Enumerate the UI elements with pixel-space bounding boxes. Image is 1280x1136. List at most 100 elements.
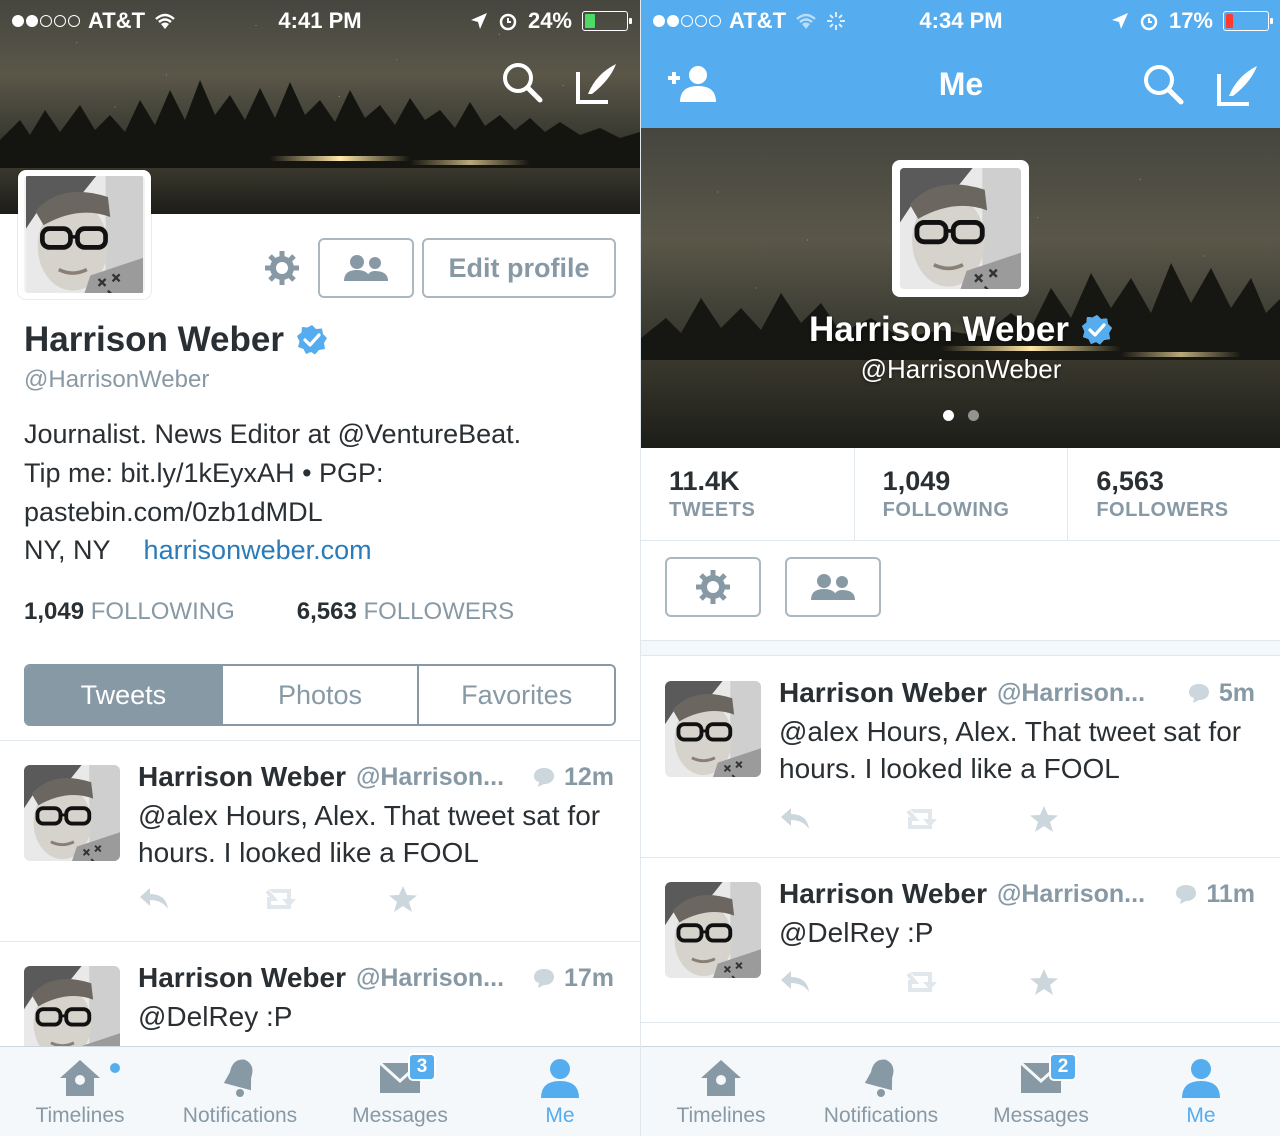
banner-pager[interactable] (641, 410, 1280, 421)
messages-badge: 2 (1049, 1053, 1077, 1081)
people-button[interactable] (785, 557, 881, 617)
tweet-text: @alex Hours, Alex. That tweet sat for ho… (779, 716, 1242, 784)
retweet-icon[interactable] (263, 885, 388, 913)
reply-icon[interactable] (779, 805, 904, 833)
home-icon (58, 1054, 102, 1102)
tab-tweets[interactable]: Tweets (26, 666, 223, 724)
stat-followers[interactable]: 6,563 FOLLOWERS (1068, 448, 1280, 540)
location-icon (1111, 13, 1128, 29)
new-content-dot (110, 1063, 120, 1073)
verified-badge-icon (1081, 314, 1113, 346)
tab-notifications[interactable]: Notifications (160, 1047, 320, 1136)
bell-icon (220, 1054, 260, 1102)
retweet-icon[interactable] (904, 805, 1029, 833)
search-icon[interactable] (1139, 60, 1187, 108)
profile-avatar[interactable] (18, 170, 151, 299)
favorite-star-icon[interactable] (1029, 805, 1154, 833)
bio-line: Tip me: bit.ly/1kEyxAH • PGP: (24, 458, 384, 488)
tweet-avatar[interactable] (665, 882, 761, 978)
bottom-tab-bar: Timelines Notifications 3 Messages Me (0, 1046, 640, 1136)
reply-bubble-icon (1188, 684, 1209, 703)
profile-name-row: Harrison Weber (641, 310, 1280, 350)
profile-handle: @HarrisonWeber (24, 366, 210, 393)
tweet-time: 17m (563, 963, 614, 992)
tweet-text: @alex Hours, Alex. That tweet sat for ho… (138, 800, 601, 868)
followers-count[interactable]: 6,563 FOLLOWERS (297, 598, 514, 626)
tweet-row[interactable]: Harrison Weber @Harrison... 11m @DelRey … (641, 858, 1280, 1023)
tweet-author-handle: @Harrison... (997, 879, 1146, 908)
tweet-row[interactable]: Harrison Weber @Harrison... 5m @alex Hou… (641, 657, 1280, 857)
compose-icon[interactable] (1213, 60, 1263, 110)
profile-location: NY, NY (24, 535, 111, 565)
tab-photos[interactable]: Photos (222, 666, 420, 724)
tab-notifications[interactable]: Notifications (801, 1047, 961, 1136)
battery-icon (1223, 11, 1273, 31)
profile-handle: @HarrisonWeber (860, 354, 1062, 384)
tweet-author-name: Harrison Weber (779, 677, 987, 708)
stat-tweets[interactable]: 11.4K TWEETS (641, 448, 855, 540)
profile-tabs: Tweets Photos Favorites (24, 664, 616, 726)
tab-messages[interactable]: 3 Messages (320, 1047, 480, 1136)
tweet-time: 11m (1206, 879, 1255, 908)
tweet-text: @DelRey :P (779, 917, 934, 948)
following-count[interactable]: 1,049 FOLLOWING (24, 598, 235, 626)
tweet-avatar[interactable] (24, 765, 120, 861)
tweet-author-name: Harrison Weber (138, 761, 346, 792)
bio-line: Journalist. News Editor at @VentureBeat. (24, 419, 522, 449)
bell-icon (861, 1054, 901, 1102)
tab-me[interactable]: Me (480, 1047, 640, 1136)
tweet-time: 5m (1218, 678, 1255, 707)
tab-me[interactable]: Me (1121, 1047, 1280, 1136)
settings-gear-icon[interactable] (262, 248, 302, 288)
settings-gear-icon (696, 570, 730, 604)
reply-icon[interactable] (138, 885, 263, 913)
retweet-icon[interactable] (904, 968, 1029, 996)
stat-following[interactable]: 1,049 FOLLOWING (855, 448, 1069, 540)
tweet-avatar[interactable] (665, 681, 761, 777)
people-icon (344, 255, 388, 281)
tweet-author-handle: @Harrison... (356, 762, 505, 791)
reply-bubble-icon (533, 768, 554, 787)
tweet-author-handle: @Harrison... (997, 678, 1146, 707)
tab-messages[interactable]: 2 Messages (961, 1047, 1121, 1136)
tweet-text: @DelRey :P (138, 1001, 293, 1032)
people-button[interactable] (318, 238, 414, 298)
tweet-row[interactable]: Harrison Weber @Harrison... 17m @DelRey … (0, 942, 640, 1062)
person-icon (538, 1054, 582, 1102)
favorite-star-icon[interactable] (1029, 968, 1154, 996)
compose-icon[interactable] (572, 58, 622, 108)
profile-avatar[interactable] (892, 160, 1029, 297)
reply-icon[interactable] (779, 968, 904, 996)
alarm-icon (1140, 13, 1158, 31)
tab-timelines[interactable]: Timelines (641, 1047, 801, 1136)
tweet-row[interactable]: Harrison Weber @Harrison... 12m @alex Ho… (0, 741, 640, 941)
alarm-icon (499, 13, 517, 31)
battery-percent: 17% (1168, 8, 1213, 33)
profile-name-row: Harrison Weber (24, 320, 328, 360)
settings-button[interactable] (665, 557, 761, 617)
messages-badge: 3 (408, 1053, 436, 1081)
favorite-star-icon[interactable] (388, 885, 513, 913)
bottom-tab-bar: Timelines Notifications 2 Messages Me (641, 1046, 1280, 1136)
person-icon (1179, 1054, 1223, 1102)
search-icon[interactable] (498, 58, 546, 106)
reply-bubble-icon (533, 969, 554, 988)
tweet-author-name: Harrison Weber (779, 878, 987, 909)
edit-profile-button[interactable]: Edit profile (422, 238, 616, 298)
bio-line: pastebin.com/0zb1dMDL (24, 497, 323, 527)
verified-badge-icon (296, 324, 328, 356)
tweet-time: 12m (563, 762, 614, 791)
status-bar: AT&T 4:41 PM 24% (0, 0, 640, 40)
people-icon (811, 574, 855, 600)
location-icon (470, 13, 487, 29)
battery-icon (582, 11, 632, 31)
tab-favorites[interactable]: Favorites (419, 666, 614, 724)
profile-stats: 11.4K TWEETS 1,049 FOLLOWING 6,563 FOLLOWER… (641, 448, 1280, 541)
profile-bio: Journalist. News Editor at @VentureBeat.… (24, 415, 624, 532)
tab-timelines[interactable]: Timelines (0, 1047, 160, 1136)
right-me-screen: AT&T 4:34 PM 17% Me Harrison Weber @Harr… (640, 0, 1280, 1136)
reply-bubble-icon (1176, 885, 1197, 904)
tweet-author-handle: @Harrison... (356, 963, 505, 992)
profile-website-link[interactable]: harrisonweber.com (144, 535, 372, 566)
tweet-author-name: Harrison Weber (138, 962, 346, 993)
